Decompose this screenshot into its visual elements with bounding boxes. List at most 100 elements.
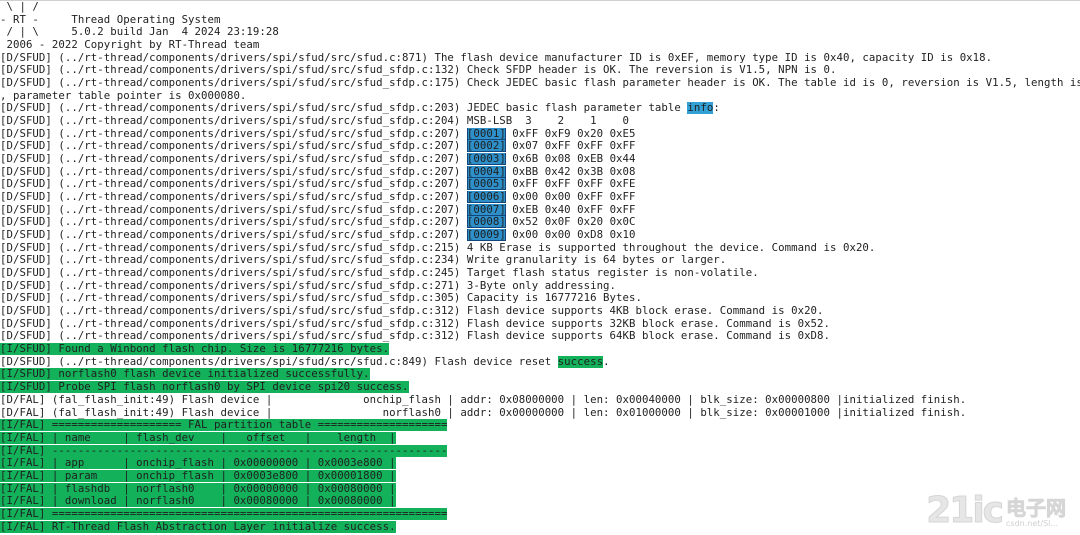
highlighted-text: [I/FAL] ================================… bbox=[0, 507, 448, 520]
line-text: [D/SFUD] (../rt-thread/components/driver… bbox=[0, 254, 727, 267]
line-text: [D/SFUD] (../rt-thread/components/driver… bbox=[0, 165, 467, 178]
terminal-line: [D/FAL] (fal_flash_init:49) Flash device… bbox=[0, 394, 1080, 407]
line-text: [D/SFUD] (../rt-thread/components/driver… bbox=[0, 355, 558, 368]
terminal-line: 2006 - 2022 Copyright by RT-Thread team bbox=[0, 39, 1080, 52]
line-text: [D/SFUD] (../rt-thread/components/driver… bbox=[0, 216, 467, 229]
line-text: : bbox=[713, 102, 720, 115]
line-text: [D/SFUD] (../rt-thread/components/driver… bbox=[0, 203, 467, 216]
line-text: [D/FAL] (fal_flash_init:49) Flash device… bbox=[0, 393, 967, 406]
line-text: 2006 - 2022 Copyright by RT-Thread team bbox=[0, 39, 260, 52]
terminal-line: [D/SFUD] (../rt-thread/components/driver… bbox=[0, 292, 1080, 305]
terminal-output: \ | / - RT - Thread Operating System / | … bbox=[0, 0, 1080, 533]
highlighted-text: [I/SFUD] Probe SPI flash norflash0 by SP… bbox=[0, 381, 409, 394]
line-text: [D/SFUD] (../rt-thread/components/driver… bbox=[0, 317, 831, 330]
line-text: 0x6B 0x08 0xEB 0x44 bbox=[505, 153, 636, 166]
terminal-line: [I/SFUD] Probe SPI flash norflash0 by SP… bbox=[0, 381, 1080, 394]
terminal-line: [D/SFUD] (../rt-thread/components/driver… bbox=[0, 52, 1080, 65]
line-text: - RT - Thread Operating System bbox=[0, 13, 221, 26]
line-text: [D/SFUD] (../rt-thread/components/driver… bbox=[0, 127, 467, 140]
terminal-line: [I/FAL] ==================== FAL partiti… bbox=[0, 419, 1080, 432]
line-text: \ | / bbox=[0, 1, 39, 13]
highlighted-text: [0006] bbox=[466, 191, 506, 204]
line-text: [D/SFUD] (../rt-thread/components/driver… bbox=[0, 140, 467, 153]
line-text: 0xBB 0x42 0x3B 0x08 bbox=[505, 165, 636, 178]
line-text: [D/SFUD] (../rt-thread/components/driver… bbox=[0, 241, 876, 254]
highlighted-text: [I/FAL] | flashdb | norflash0 | 0x000000… bbox=[0, 482, 396, 495]
line-text: [D/FAL] (fal_flash_init:49) Flash device… bbox=[0, 406, 967, 419]
terminal-line: [D/SFUD] (../rt-thread/components/driver… bbox=[0, 127, 1080, 141]
terminal-line: / | \ 5.0.2 build Jan 4 2024 23:19:28 bbox=[0, 26, 1080, 39]
terminal-line: [D/SFUD] (../rt-thread/components/driver… bbox=[0, 191, 1080, 204]
highlighted-text: [0009] bbox=[466, 229, 506, 242]
line-text: / | \ 5.0.2 build Jan 4 2024 23:19:28 bbox=[0, 26, 279, 39]
terminal-line: [D/SFUD] (../rt-thread/components/driver… bbox=[0, 254, 1080, 267]
terminal-line: [D/SFUD] (../rt-thread/components/driver… bbox=[0, 242, 1080, 255]
terminal-line: [D/SFUD] (../rt-thread/components/driver… bbox=[0, 305, 1080, 318]
terminal-line: [D/SFUD] (../rt-thread/components/driver… bbox=[0, 355, 1080, 369]
line-text: [D/SFUD] (../rt-thread/components/driver… bbox=[0, 51, 993, 64]
highlighted-text: info bbox=[687, 102, 714, 115]
terminal-line: [D/FAL] (fal_flash_init:49) Flash device… bbox=[0, 407, 1080, 420]
terminal-line: [D/SFUD] (../rt-thread/components/driver… bbox=[0, 77, 1080, 90]
line-text: [D/SFUD] (../rt-thread/components/driver… bbox=[0, 191, 467, 204]
line-text: [D/SFUD] (../rt-thread/components/driver… bbox=[0, 330, 831, 343]
terminal-line: [D/SFUD] (../rt-thread/components/driver… bbox=[0, 64, 1080, 77]
terminal-line: [I/FAL] | param | onchip_flash | 0x0003e… bbox=[0, 469, 1080, 483]
highlighted-text: [I/SFUD] Found a Winbond flash chip. Siz… bbox=[0, 343, 390, 356]
terminal-line: [I/FAL] | flashdb | norflash0 | 0x000000… bbox=[0, 482, 1080, 496]
highlighted-text: [I/FAL] | name | flash_dev | offset | le… bbox=[0, 431, 396, 444]
line-text: [D/SFUD] (../rt-thread/components/driver… bbox=[0, 178, 467, 191]
line-text: . bbox=[603, 355, 610, 368]
terminal-line: [D/SFUD] (../rt-thread/components/driver… bbox=[0, 267, 1080, 280]
highlighted-text: [I/FAL] RT-Thread Flash Abstraction Laye… bbox=[0, 520, 396, 533]
line-text: 0x52 0x0F 0x20 0x0C bbox=[505, 216, 636, 229]
watermark-logo: 21ic 电子网 csdn.net/Sl... bbox=[926, 492, 1067, 529]
highlighted-text: [0007] bbox=[466, 203, 506, 216]
highlighted-text: [0005] bbox=[466, 178, 506, 191]
line-text: 0x00 0x00 0xFF 0xFF bbox=[505, 191, 636, 204]
terminal-line: [D/SFUD] (../rt-thread/components/driver… bbox=[0, 203, 1080, 217]
highlighted-text: [I/FAL] | param | onchip_flash | 0x0003e… bbox=[0, 469, 396, 482]
line-text: [D/SFUD] (../rt-thread/components/driver… bbox=[0, 292, 642, 305]
terminal-line: [D/SFUD] (../rt-thread/components/driver… bbox=[0, 115, 1080, 128]
terminal-line: [I/FAL] | app | onchip_flash | 0x0000000… bbox=[0, 457, 1080, 470]
terminal-line: [I/FAL] | download | norflash0 | 0x00080… bbox=[0, 495, 1080, 508]
line-text: [D/SFUD] (../rt-thread/components/driver… bbox=[0, 267, 759, 280]
highlighted-text: [I/SFUD] norflash0 flash device initiali… bbox=[0, 368, 370, 381]
line-text: [D/SFUD] (../rt-thread/components/driver… bbox=[0, 305, 824, 318]
terminal-line: [D/SFUD] (../rt-thread/components/driver… bbox=[0, 330, 1080, 343]
terminal-line: [D/SFUD] (../rt-thread/components/driver… bbox=[0, 216, 1080, 229]
line-text: 0x07 0xFF 0xFF 0xFF bbox=[505, 140, 636, 153]
terminal-line: [I/FAL] --------------------------------… bbox=[0, 444, 1080, 458]
terminal-line: [D/SFUD] (../rt-thread/components/driver… bbox=[0, 153, 1080, 166]
terminal-line: [I/FAL] ================================… bbox=[0, 507, 1080, 521]
line-text: [D/SFUD] (../rt-thread/components/driver… bbox=[0, 115, 629, 128]
highlighted-text: [I/FAL] | app | onchip_flash | 0x0000000… bbox=[0, 457, 396, 470]
line-text: [D/SFUD] (../rt-thread/components/driver… bbox=[0, 102, 688, 115]
highlighted-text: [0001] bbox=[466, 127, 506, 140]
terminal-line: [I/FAL] RT-Thread Flash Abstraction Laye… bbox=[0, 520, 1080, 534]
line-text: 0xEB 0x40 0xFF 0xFF bbox=[505, 203, 636, 216]
highlighted-text: success bbox=[557, 355, 604, 368]
highlighted-text: [0004] bbox=[466, 165, 506, 178]
highlighted-text: [I/FAL] | download | norflash0 | 0x00080… bbox=[0, 495, 396, 508]
line-text: [D/SFUD] (../rt-thread/components/driver… bbox=[0, 279, 617, 292]
terminal-line: - RT - Thread Operating System bbox=[0, 14, 1080, 27]
watermark-text-group: 电子网 csdn.net/Sl... bbox=[1006, 497, 1067, 529]
terminal-line: [D/SFUD] (../rt-thread/components/driver… bbox=[0, 229, 1080, 242]
line-text: , parameter table pointer is 0x000080. bbox=[0, 89, 247, 102]
line-text: [D/SFUD] (../rt-thread/components/driver… bbox=[0, 153, 467, 166]
line-text: [D/SFUD] (../rt-thread/components/driver… bbox=[0, 64, 837, 77]
line-text: [D/SFUD] (../rt-thread/components/driver… bbox=[0, 229, 467, 242]
terminal-line: \ | / bbox=[0, 1, 1080, 14]
line-text: 0xFF 0xF9 0x20 0xE5 bbox=[505, 127, 636, 140]
highlighted-text: [I/FAL] --------------------------------… bbox=[0, 444, 448, 457]
terminal-line: [D/SFUD] (../rt-thread/components/driver… bbox=[0, 165, 1080, 179]
line-text: 0x00 0x00 0xD8 0x10 bbox=[505, 229, 636, 242]
highlighted-text: [0008] bbox=[466, 216, 506, 229]
highlighted-text: [0003] bbox=[466, 153, 506, 166]
terminal-line: [D/SFUD] (../rt-thread/components/driver… bbox=[0, 140, 1080, 153]
terminal-line: [I/FAL] | name | flash_dev | offset | le… bbox=[0, 431, 1080, 445]
highlighted-text: [I/FAL] ==================== FAL partiti… bbox=[0, 419, 448, 432]
terminal-line: [D/SFUD] (../rt-thread/components/driver… bbox=[0, 280, 1080, 293]
